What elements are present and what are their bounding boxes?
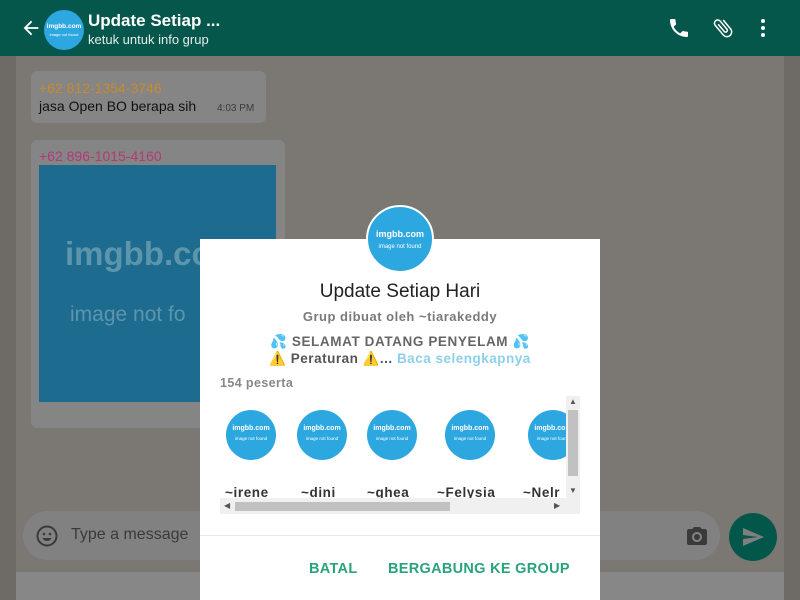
vertical-scrollbar[interactable]: ▲ ▼ [566,396,580,498]
avatar-brand-text: imgbb.com [46,23,82,30]
emoji-icon[interactable] [35,524,59,548]
join-group-dialog: Update Setiap Hari Grup dibuat oleh ~tia… [200,239,600,600]
more-vert-icon[interactable] [751,16,775,40]
avatar-brand-text: imgbb.com [303,425,341,432]
avatar-brand-text: imgbb.com [232,425,270,432]
sweat-drops-icon: 💦 [512,334,530,349]
scroll-thumb[interactable] [568,410,578,476]
member-item[interactable]: imgbb.com image not found ~irene [220,396,300,506]
member-item[interactable]: imgbb.com image not found ~dini [291,396,371,506]
rules-text: Peraturan [290,351,359,366]
warning-icon: ⚠️ [362,351,380,366]
welcome-text: SELAMAT DATANG PENYELAM [291,334,509,349]
message-sender[interactable]: +62 896-1015-4160 [39,148,162,164]
avatar-brand-text: imgbb.com [375,229,424,239]
member-avatar: imgbb.com image not found [445,410,495,460]
avatar-caption-text: image not found [49,32,79,37]
participant-count: 154 peserta [220,376,294,390]
avatar-caption-text: image not found [378,244,422,250]
group-title[interactable]: Update Setiap ... [88,11,220,31]
avatar-caption-text: image not found [305,436,339,441]
avatar-brand-text: imgbb.com [451,425,489,432]
cancel-button[interactable]: BATAL [309,561,357,577]
scroll-thumb[interactable] [235,502,450,511]
send-icon [743,528,764,546]
ellipsis-text: ... [379,351,393,366]
avatar-caption-text: image not found [453,436,487,441]
dialog-group-title: Update Setiap Hari [319,281,481,302]
message-text: jasa Open BO berapa sih [39,98,197,114]
send-button[interactable] [729,513,777,561]
avatar-caption-text: image not found [234,436,268,441]
dialog-divider [200,535,600,536]
image-caption-text: image not fo [70,303,186,326]
scroll-right-arrow-icon[interactable]: ▶ [554,501,560,510]
chat-header: imgbb.com image not found Update Setiap … [0,0,800,56]
back-arrow-icon[interactable] [20,17,42,39]
scroll-down-arrow-icon[interactable]: ▼ [569,486,577,495]
scroll-up-arrow-icon[interactable]: ▲ [569,397,577,406]
group-avatar[interactable]: imgbb.com image not found [44,10,84,50]
read-more-link[interactable]: Baca selengkapnya [397,351,531,366]
sweat-drops-icon: 💦 [270,334,288,349]
avatar-caption-text: image not found [375,436,409,441]
horizontal-scrollbar[interactable]: ◀ ▶ [220,498,580,514]
member-list[interactable]: imgbb.com image not found ~irene imgbb.c… [220,396,580,514]
dialog-group-avatar: imgbb.com image not found [366,205,434,273]
member-item[interactable]: imgbb.com image not found ~ghea [361,396,441,506]
message-input[interactable]: Type a message [71,526,188,544]
member-avatar: imgbb.com image not found [297,410,347,460]
message-time: 4:03 PM [217,103,255,114]
scroll-left-arrow-icon[interactable]: ◀ [224,501,230,510]
paperclip-icon[interactable] [711,16,735,40]
member-avatar: imgbb.com image not found [367,410,417,460]
dialog-creator: Grup dibuat oleh ~tiarakeddy [302,309,498,324]
image-brand-text: imgbb.co [65,235,212,272]
avatar-brand-text: imgbb.com [373,425,411,432]
member-item[interactable]: imgbb.com image not found ~Felysia [437,396,519,506]
dialog-description-line1: 💦 SELAMAT DATANG PENYELAM 💦 [200,334,600,350]
join-group-button[interactable]: BERGABUNG KE GROUP [388,561,570,577]
warning-icon: ⚠️ [269,351,287,366]
phone-icon[interactable] [667,16,691,40]
camera-icon[interactable] [685,524,709,548]
message-bubble[interactable]: +62 812-1354-3746 jasa Open BO berapa si… [31,71,266,123]
member-avatar: imgbb.com image not found [226,410,276,460]
dialog-description-line2: ⚠️ Peraturan ⚠️... Baca selengkapnya [200,351,600,367]
message-sender[interactable]: +62 812-1354-3746 [39,80,162,96]
group-subtitle[interactable]: ketuk untuk info grup [88,32,209,47]
